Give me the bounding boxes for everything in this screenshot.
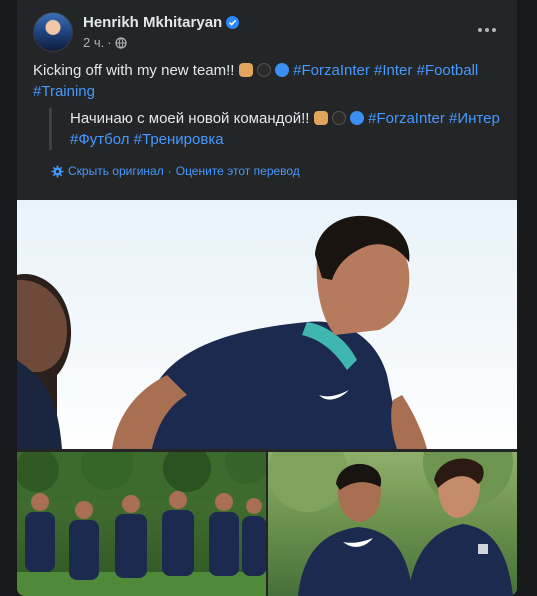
photo-two-players[interactable] — [268, 452, 517, 596]
post-header: Henrikh Mkhitaryan 2 ч. · — [33, 12, 503, 52]
black-circle-emoji — [256, 63, 271, 77]
photo-team-running-image — [17, 452, 266, 596]
meta-separator: · — [107, 35, 112, 50]
photo-main-image — [17, 215, 427, 449]
hide-original-link[interactable]: Скрыть оригинал — [68, 164, 164, 178]
more-options-icon[interactable] — [471, 16, 503, 44]
hashtag-inter-ru[interactable]: #Интер — [449, 110, 500, 127]
rate-translation-link[interactable]: Оцените этот перевод — [176, 164, 300, 178]
hashtag-football[interactable]: #Football — [417, 62, 479, 79]
actions-separator: · — [167, 164, 172, 178]
avatar[interactable] — [33, 12, 73, 52]
photo-grid — [17, 200, 517, 596]
author-name-text[interactable]: Henrikh Mkhitaryan — [83, 14, 222, 31]
fist-emoji — [313, 111, 328, 125]
translation-text: Начинаю с моей новой командой!! — [70, 110, 310, 127]
hashtag-forzainter-ru[interactable]: #ForzaInter — [368, 110, 445, 127]
translation-actions: Скрыть оригинал · Оцените этот перевод — [51, 164, 300, 178]
photo-main[interactable] — [17, 200, 517, 449]
post-meta: 2 ч. · — [83, 35, 127, 50]
globe-icon — [114, 36, 127, 49]
post-time[interactable]: 2 ч. — [83, 35, 104, 50]
post-text: Kicking off with my new team!! #ForzaInt… — [33, 60, 503, 102]
photo-team-running[interactable] — [17, 452, 266, 596]
blue-circle-emoji — [274, 63, 289, 77]
black-circle-emoji — [331, 111, 346, 125]
author-name[interactable]: Henrikh Mkhitaryan — [83, 14, 240, 31]
facebook-post: Henrikh Mkhitaryan 2 ч. · Kicking off wi… — [17, 0, 517, 596]
hashtag-training-ru[interactable]: #Тренировка — [134, 131, 224, 148]
verified-badge-icon — [226, 16, 240, 29]
hashtag-football-ru[interactable]: #Футбол — [70, 131, 129, 148]
fist-emoji — [238, 63, 253, 77]
post-text-body: Kicking off with my new team!! — [33, 62, 235, 79]
gear-icon — [51, 165, 64, 177]
blue-circle-emoji — [349, 111, 364, 125]
translation-block: Начинаю с моей новой командой!! #ForzaIn… — [49, 108, 504, 150]
hashtag-inter[interactable]: #Inter — [374, 62, 412, 79]
hashtag-forzainter[interactable]: #ForzaInter — [293, 62, 370, 79]
hashtag-training[interactable]: #Training — [33, 83, 95, 100]
photo-two-players-image — [268, 452, 513, 596]
